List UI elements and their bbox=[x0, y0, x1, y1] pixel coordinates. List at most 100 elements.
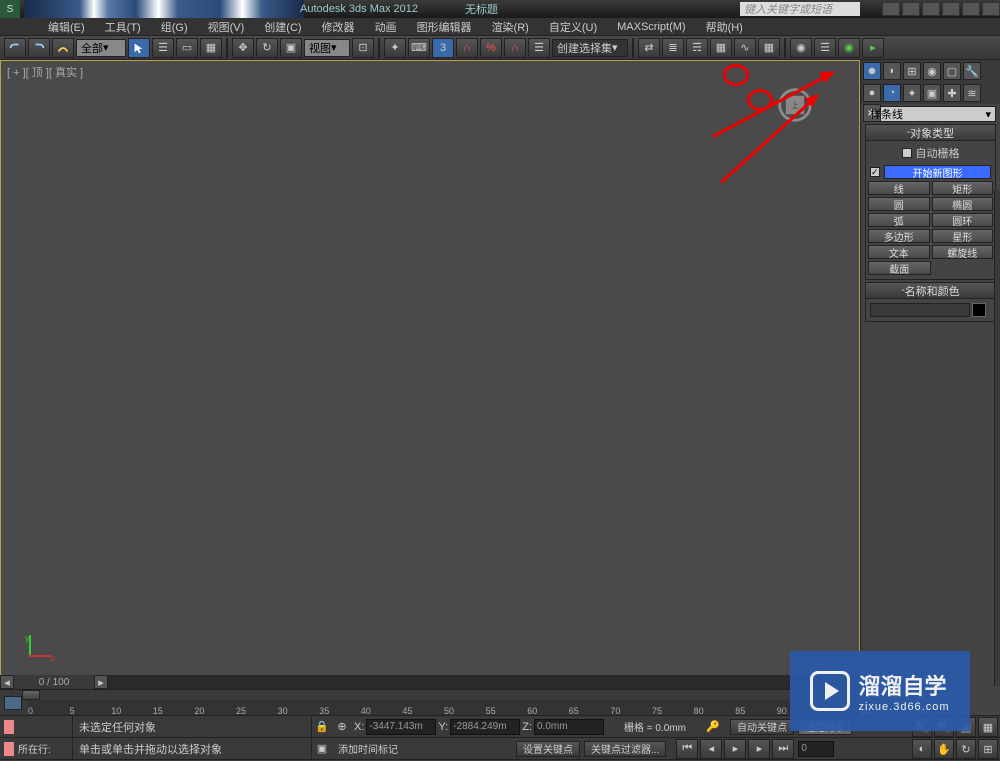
redo-button[interactable] bbox=[28, 38, 50, 58]
mirror-button[interactable]: ⇄ bbox=[638, 38, 660, 58]
menu-edit[interactable]: 编辑(E) bbox=[40, 17, 93, 37]
isolate-icon[interactable]: ▣ bbox=[312, 739, 332, 759]
align-button[interactable]: ≣ bbox=[662, 38, 684, 58]
lock-icon[interactable]: 🔒 bbox=[312, 717, 332, 737]
keyboard-shortcut-button[interactable]: ⌨ bbox=[408, 38, 430, 58]
utilities-tab[interactable]: 🔧 bbox=[963, 62, 981, 80]
scale-button[interactable]: ▣ bbox=[280, 38, 302, 58]
layers-button[interactable]: ☴ bbox=[686, 38, 708, 58]
ellipse-button[interactable]: 椭圆 bbox=[932, 197, 994, 211]
donut-button[interactable]: 圆环 bbox=[932, 213, 994, 227]
app-menu-icon[interactable]: S bbox=[0, 0, 20, 18]
next-frame-button[interactable]: ▸ bbox=[748, 739, 770, 759]
help-icon[interactable] bbox=[922, 2, 940, 16]
move-button[interactable]: ✥ bbox=[232, 38, 254, 58]
edit-named-sel-button[interactable]: ☰ bbox=[528, 38, 550, 58]
timetag-label[interactable]: 添加时间标记 bbox=[332, 741, 512, 756]
infocenter-icon[interactable] bbox=[882, 2, 900, 16]
motion-tab[interactable]: ◉ bbox=[923, 62, 941, 80]
zoom-extents-all-button[interactable]: ▦ bbox=[978, 717, 998, 737]
rollout-header-objtype[interactable]: - 对象类型 bbox=[866, 125, 995, 141]
select-object-button[interactable] bbox=[128, 38, 150, 58]
prev-frame-button[interactable]: ◂ bbox=[700, 739, 722, 759]
geometry-subtab[interactable]: ● bbox=[863, 84, 881, 102]
menu-modifiers[interactable]: 修改器 bbox=[314, 17, 363, 37]
select-region-button[interactable]: ▭ bbox=[176, 38, 198, 58]
start-new-shape-button[interactable]: 开始新图形 bbox=[884, 165, 991, 179]
time-slider-handle[interactable] bbox=[22, 690, 40, 700]
schematic-button[interactable]: ▦ bbox=[758, 38, 780, 58]
minimize-button[interactable] bbox=[942, 2, 960, 16]
viewport-top[interactable]: [ + ][ 顶 ][ 真实 ] 上 yx bbox=[0, 60, 860, 686]
section-button[interactable]: 截面 bbox=[868, 261, 931, 275]
menu-help[interactable]: 帮助(H) bbox=[698, 17, 751, 37]
menu-create[interactable]: 创建(C) bbox=[256, 17, 309, 37]
setkey-button[interactable]: 设置关键点 bbox=[516, 741, 580, 757]
graphite-button[interactable]: ▦ bbox=[710, 38, 732, 58]
spacewarps-subtab[interactable]: ≋ bbox=[963, 84, 981, 102]
arc-button[interactable]: 弧 bbox=[868, 213, 930, 227]
viewport-label[interactable]: [ + ][ 顶 ][ 真实 ] bbox=[7, 64, 83, 80]
object-name-input[interactable] bbox=[870, 303, 970, 317]
spinner-snap-button[interactable]: ∩ bbox=[504, 38, 526, 58]
menu-tools[interactable]: 工具(T) bbox=[97, 17, 149, 37]
object-color-swatch[interactable] bbox=[972, 303, 986, 317]
angle-snap-button[interactable]: ∩ bbox=[456, 38, 478, 58]
menu-customize[interactable]: 自定义(U) bbox=[541, 17, 605, 37]
menu-rendering[interactable]: 渲染(R) bbox=[484, 17, 537, 37]
create-tab[interactable]: ✹ bbox=[863, 62, 881, 80]
rotate-button[interactable]: ↻ bbox=[256, 38, 278, 58]
ngon-button[interactable]: 多边形 bbox=[868, 229, 930, 243]
key-icon[interactable]: 🔑 bbox=[706, 720, 726, 733]
category-dropdown[interactable]: 样条线▾ bbox=[865, 106, 996, 122]
display-tab[interactable]: ▢ bbox=[943, 62, 961, 80]
z-coord-input[interactable]: 0.0mm bbox=[534, 719, 604, 735]
goto-start-button[interactable]: ⏮ bbox=[676, 739, 698, 759]
play-button[interactable]: ▸ bbox=[724, 739, 746, 759]
scroll-left-button[interactable]: ◂ bbox=[0, 675, 14, 689]
star-icon[interactable] bbox=[902, 2, 920, 16]
keyfilter-button[interactable]: 关键点过滤器... bbox=[584, 741, 666, 757]
pivot-button[interactable]: ⊡ bbox=[352, 38, 374, 58]
maximize-button[interactable] bbox=[962, 2, 980, 16]
startnew-checkbox[interactable] bbox=[870, 167, 880, 177]
snap-toggle-button[interactable]: 3 bbox=[432, 38, 454, 58]
orbit-button[interactable]: ↻ bbox=[956, 739, 976, 759]
max-toggle-button[interactable]: ⊞ bbox=[978, 739, 998, 759]
helix-button[interactable]: 螺旋线 bbox=[932, 245, 994, 259]
lights-subtab[interactable]: ✦ bbox=[903, 84, 921, 102]
autogrid-checkbox[interactable] bbox=[902, 148, 912, 158]
current-frame-input[interactable]: 0 bbox=[798, 741, 834, 757]
goto-end-button[interactable]: ⏭ bbox=[772, 739, 794, 759]
scroll-right-button[interactable]: ▸ bbox=[94, 675, 108, 689]
coords-mode-icon[interactable]: ⊕ bbox=[332, 717, 352, 737]
render-frame-button[interactable]: ◉ bbox=[838, 38, 860, 58]
time-ruler[interactable]: 0510152025303540455055606570758085909510… bbox=[28, 700, 860, 716]
shapes-subtab[interactable]: ◔ bbox=[883, 84, 901, 102]
window-crossing-button[interactable]: ▦ bbox=[200, 38, 222, 58]
ref-coord-dropdown[interactable]: 视图▾ bbox=[304, 39, 350, 57]
circle-button[interactable]: 圆 bbox=[868, 197, 930, 211]
rollout-header-namecolor[interactable]: - 名称和颜色 bbox=[866, 283, 995, 299]
hierarchy-tab[interactable]: ⊞ bbox=[903, 62, 921, 80]
rectangle-button[interactable]: 矩形 bbox=[932, 181, 994, 195]
help-search-input[interactable]: 键入关键字或短语 bbox=[740, 2, 860, 16]
curve-editor-button[interactable]: ∿ bbox=[734, 38, 756, 58]
scroll-track[interactable] bbox=[108, 675, 860, 689]
link-button[interactable] bbox=[52, 38, 74, 58]
x-coord-input[interactable]: -3447.143m bbox=[366, 719, 436, 735]
render-button[interactable]: ▸ bbox=[862, 38, 884, 58]
modify-tab[interactable]: ◗ bbox=[883, 62, 901, 80]
close-button[interactable] bbox=[982, 2, 1000, 16]
fov-button[interactable]: ◐ bbox=[912, 739, 932, 759]
pan-button[interactable]: ✋ bbox=[934, 739, 954, 759]
render-setup-button[interactable]: ☰ bbox=[814, 38, 836, 58]
menu-grapheditors[interactable]: 图形编辑器 bbox=[409, 17, 480, 37]
menu-animation[interactable]: 动画 bbox=[367, 17, 405, 37]
menu-group[interactable]: 组(G) bbox=[153, 17, 196, 37]
material-editor-button[interactable]: ◉ bbox=[790, 38, 812, 58]
undo-button[interactable] bbox=[4, 38, 26, 58]
line-button[interactable]: 线 bbox=[868, 181, 930, 195]
named-selection-dropdown[interactable]: 创建选择集▾ bbox=[552, 39, 628, 57]
manipulate-button[interactable]: ✦ bbox=[384, 38, 406, 58]
